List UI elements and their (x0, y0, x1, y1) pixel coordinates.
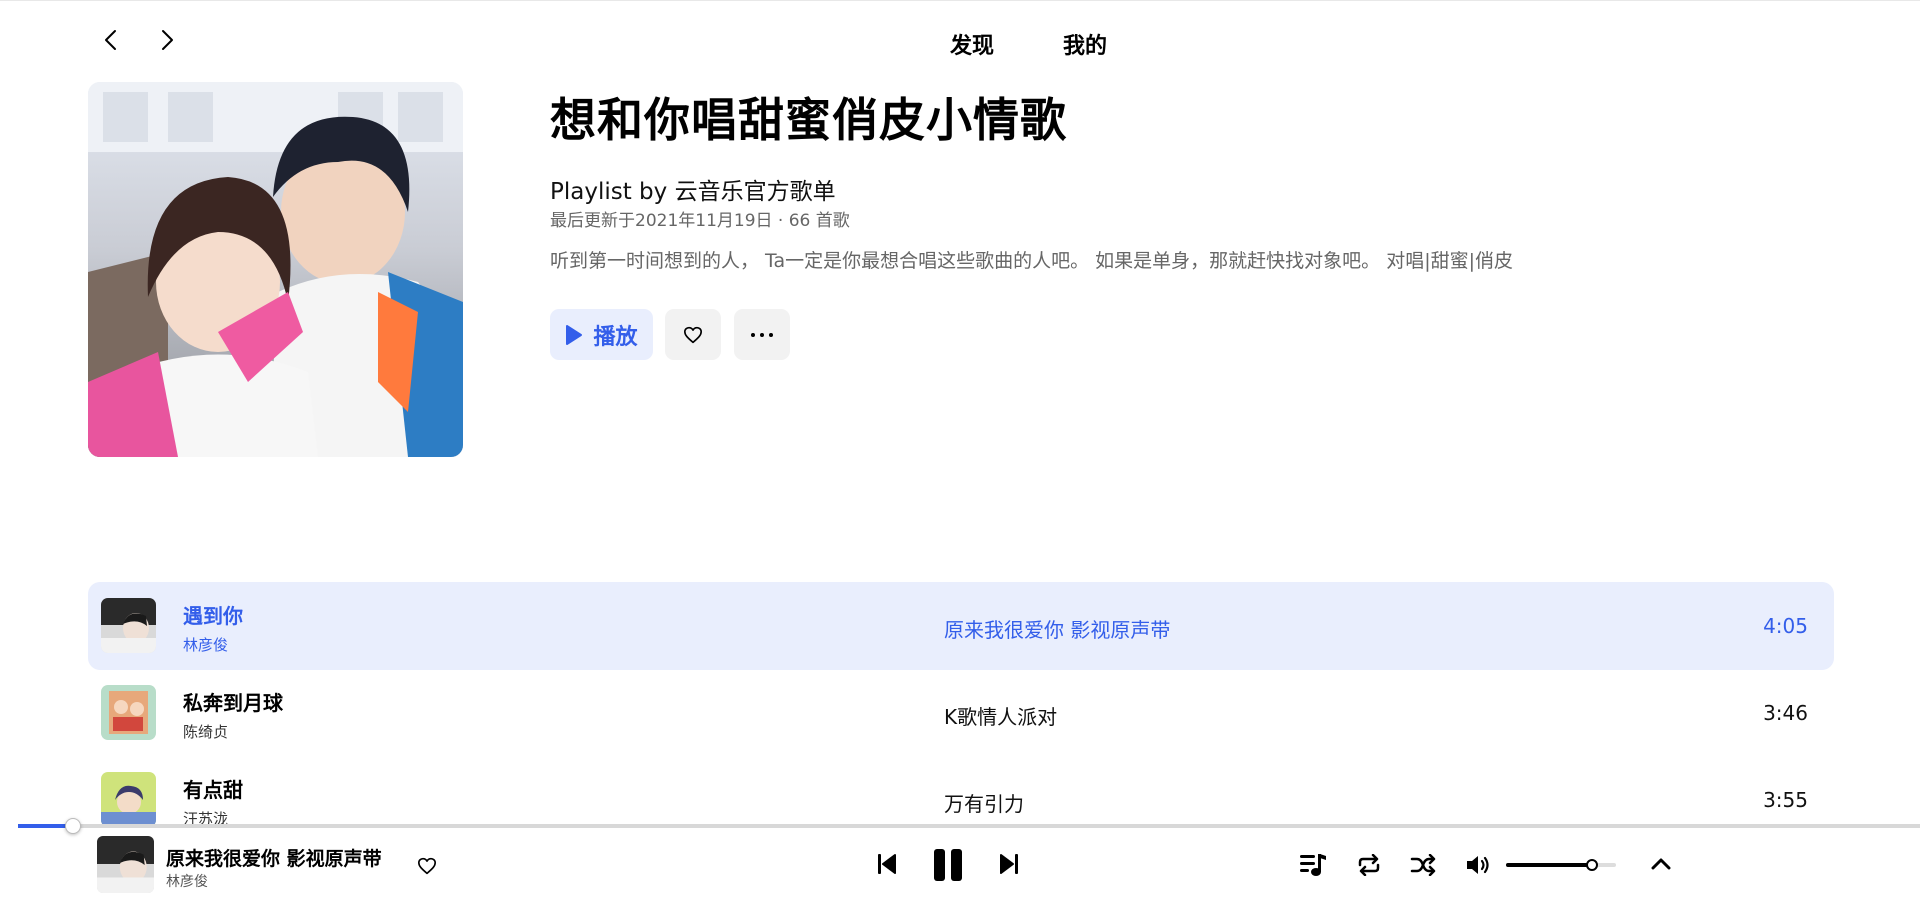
next-icon (1000, 854, 1018, 874)
track-name: 遇到你 (183, 604, 243, 628)
playlist-byline: Playlist by 云音乐官方歌单 (550, 179, 836, 205)
playlist-icon (1300, 854, 1326, 876)
track-album[interactable]: K歌情人派对 (944, 701, 1057, 730)
chevron-up-icon (1651, 858, 1671, 870)
track-duration: 4:05 (1763, 614, 1808, 638)
playlist-meta: 最后更新于2021年11月19日 · 66 首歌 (550, 211, 850, 231)
track-album[interactable]: 原来我很爱你 影视原声带 (944, 614, 1170, 643)
track-thumbnail (101, 598, 156, 653)
pause-icon (934, 849, 962, 881)
playlist-cover-image[interactable] (88, 82, 463, 457)
track-row[interactable]: 遇到你 林彦俊 原来我很爱你 影视原声带 4:05 (88, 582, 1834, 670)
progress-handle[interactable] (65, 818, 81, 834)
expand-player-button[interactable] (1647, 851, 1675, 877)
progress-bar[interactable] (18, 824, 1920, 828)
play-button[interactable]: 播放 (550, 309, 653, 360)
volume-fill (1506, 863, 1592, 867)
track-artist[interactable]: 陈绮贞 (183, 721, 228, 742)
top-divider (0, 0, 1920, 1)
track-duration: 3:55 (1763, 788, 1808, 812)
back-arrow-icon (105, 30, 116, 50)
track-album[interactable]: 万有引力 (944, 788, 1024, 817)
playlist-title: 想和你唱甜蜜俏皮小情歌 (550, 93, 1067, 147)
track-duration: 3:46 (1763, 701, 1808, 725)
track-row[interactable]: 私奔到月球 陈绮贞 K歌情人派对 3:46 (88, 669, 1834, 757)
shuffle-icon (1410, 854, 1436, 876)
now-playing-cover[interactable] (97, 836, 154, 893)
now-playing-title[interactable]: 原来我很爱你 影视原声带 (166, 844, 382, 871)
like-playlist-button[interactable] (665, 309, 721, 360)
previous-icon (878, 854, 896, 874)
more-options-button[interactable] (734, 309, 790, 360)
forward-arrow-icon (162, 30, 173, 50)
play-button-label: 播放 (593, 324, 638, 350)
previous-button[interactable] (874, 851, 900, 877)
volume-icon (1467, 856, 1489, 874)
pause-button[interactable] (929, 846, 967, 884)
track-thumbnail (101, 685, 156, 740)
playlist-queue-button[interactable] (1298, 851, 1328, 879)
heart-icon (418, 857, 436, 875)
repeat-button[interactable] (1354, 852, 1384, 878)
play-icon (566, 324, 583, 345)
like-track-button[interactable] (414, 853, 440, 879)
next-button[interactable] (996, 851, 1022, 877)
back-button[interactable] (97, 26, 125, 54)
track-artist[interactable]: 林彦俊 (183, 634, 228, 655)
volume-handle[interactable] (1586, 859, 1598, 871)
repeat-icon (1358, 854, 1380, 876)
tab-discover[interactable]: 发现 (950, 28, 994, 60)
heart-icon (683, 326, 702, 343)
track-thumbnail (101, 772, 156, 827)
shuffle-button[interactable] (1408, 852, 1438, 878)
more-icon (751, 332, 773, 337)
playlist-description: 听到第一时间想到的人， Ta一定是你最想合唱这些歌曲的人吧。 如果是单身，那就赶… (550, 250, 1514, 272)
volume-button[interactable] (1463, 852, 1493, 878)
forward-button[interactable] (153, 26, 181, 54)
track-name: 有点甜 (183, 778, 243, 802)
now-playing-artist[interactable]: 林彦俊 (166, 871, 208, 891)
track-name: 私奔到月球 (183, 691, 283, 715)
tab-mine[interactable]: 我的 (1063, 28, 1107, 60)
